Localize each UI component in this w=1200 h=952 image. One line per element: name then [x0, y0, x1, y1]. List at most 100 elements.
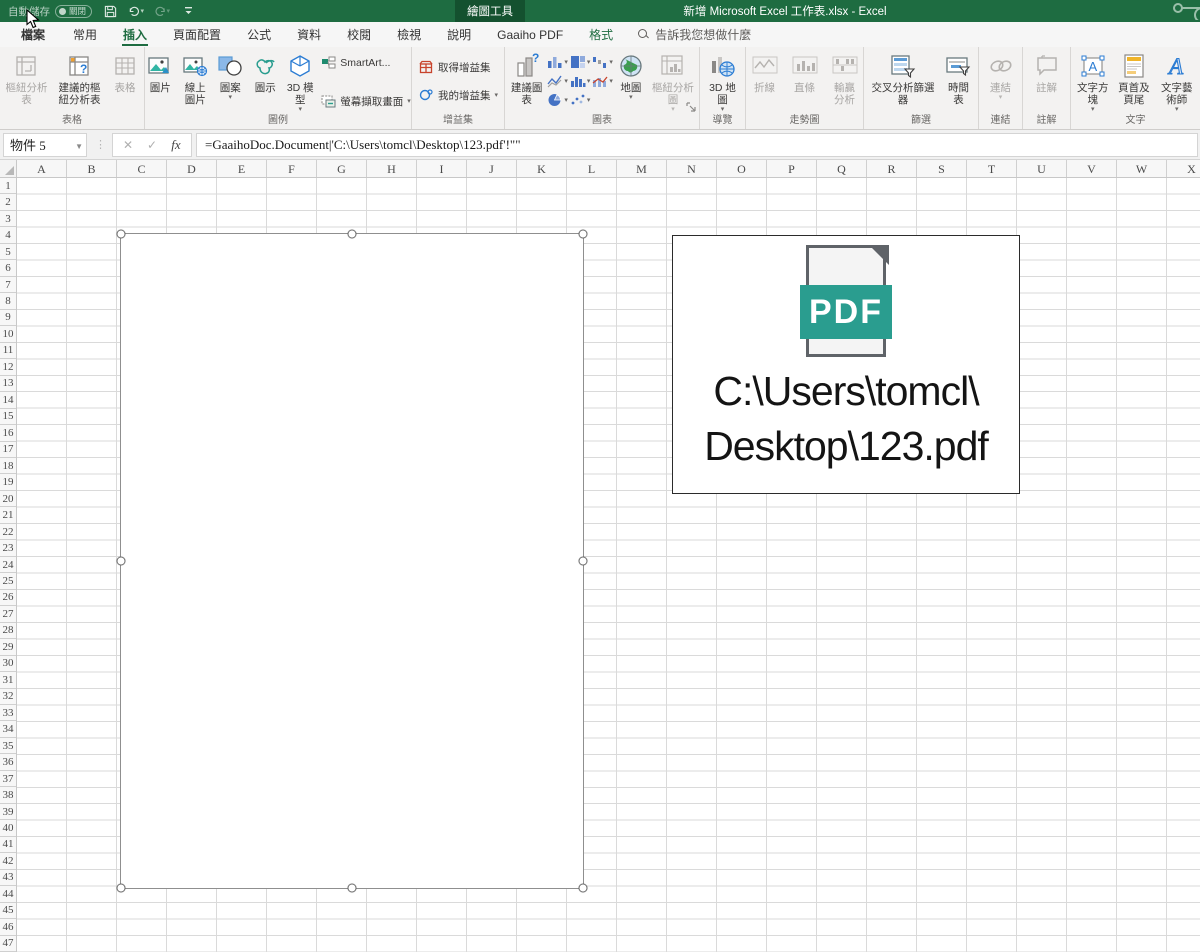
maps-button[interactable]: 地圖 ▾	[614, 50, 648, 101]
column-header-E[interactable]: E	[217, 160, 267, 178]
resize-handle-bottom-center[interactable]	[348, 884, 357, 893]
resize-handle-bottom-right[interactable]	[579, 884, 588, 893]
online-pictures-button[interactable]: 線上圖片	[178, 50, 212, 106]
pictures-button[interactable]: 圖片	[143, 50, 177, 94]
3d-models-button[interactable]: 3D 模型 ▾	[283, 50, 317, 113]
row-header-6[interactable]: 6	[0, 260, 16, 276]
resize-handle-middle-right[interactable]	[579, 557, 588, 566]
insert-scatter-chart-button[interactable]: ▾	[570, 92, 591, 108]
row-header-31[interactable]: 31	[0, 672, 16, 688]
insert-pie-chart-button[interactable]: ▾	[547, 92, 568, 108]
row-header-3[interactable]: 3	[0, 211, 16, 227]
wordart-button[interactable]: A 文字藝術師 ▾	[1155, 50, 1198, 113]
row-header-41[interactable]: 41	[0, 837, 16, 853]
column-header-G[interactable]: G	[317, 160, 367, 178]
column-header-X[interactable]: X	[1167, 160, 1200, 178]
sparkline-winloss-button[interactable]: 輸贏分析	[828, 50, 862, 106]
customize-qat-button[interactable]	[180, 3, 196, 19]
formula-bar-splitter[interactable]: ⋮	[87, 138, 112, 151]
row-header-43[interactable]: 43	[0, 870, 16, 886]
column-header-M[interactable]: M	[617, 160, 667, 178]
resize-handle-bottom-left[interactable]	[117, 884, 126, 893]
row-header-37[interactable]: 37	[0, 771, 16, 787]
row-header-5[interactable]: 5	[0, 244, 16, 260]
row-header-46[interactable]: 46	[0, 919, 16, 935]
row-header-1[interactable]: 1	[0, 178, 16, 194]
tab-data[interactable]: 資料	[284, 22, 334, 47]
insert-waterfall-chart-button[interactable]: ▾	[592, 54, 613, 70]
screenshot-button[interactable]: 螢幕擷取畫面 ▾	[320, 91, 411, 111]
icons-button[interactable]: 圖示	[248, 50, 282, 94]
pdf-package-object[interactable]: PDF C:\Users\tomcl\ Desktop\123.pdf	[672, 235, 1020, 494]
cell-grid[interactable]: PDF C:\Users\tomcl\ Desktop\123.pdf	[17, 178, 1200, 952]
header-footer-button[interactable]: 頁首及頁尾	[1113, 50, 1154, 106]
column-header-F[interactable]: F	[267, 160, 317, 178]
column-header-W[interactable]: W	[1117, 160, 1167, 178]
row-header-8[interactable]: 8	[0, 293, 16, 309]
row-header-21[interactable]: 21	[0, 507, 16, 523]
column-header-H[interactable]: H	[367, 160, 417, 178]
row-header-42[interactable]: 42	[0, 853, 16, 869]
resize-handle-middle-left[interactable]	[117, 557, 126, 566]
selected-embedded-object[interactable]	[120, 233, 584, 889]
column-header-P[interactable]: P	[767, 160, 817, 178]
link-button[interactable]: 連結 ▾	[984, 50, 1018, 101]
row-header-34[interactable]: 34	[0, 721, 16, 737]
insert-combo-chart-button[interactable]: ▾	[592, 73, 613, 89]
row-header-23[interactable]: 23	[0, 540, 16, 556]
row-header-16[interactable]: 16	[0, 425, 16, 441]
column-header-T[interactable]: T	[967, 160, 1017, 178]
tab-format[interactable]: 格式	[576, 22, 626, 47]
column-header-A[interactable]: A	[17, 160, 67, 178]
tab-insert[interactable]: 插入	[110, 22, 160, 47]
row-header-45[interactable]: 45	[0, 903, 16, 919]
3d-map-button[interactable]: 3D 地圖 ▾	[703, 50, 743, 113]
tab-home[interactable]: 常用	[60, 22, 110, 47]
row-header-10[interactable]: 10	[0, 326, 16, 342]
my-addins-button[interactable]: 我的增益集 ▾	[418, 85, 498, 105]
row-header-39[interactable]: 39	[0, 804, 16, 820]
row-header-7[interactable]: 7	[0, 277, 16, 293]
row-header-32[interactable]: 32	[0, 689, 16, 705]
row-header-27[interactable]: 27	[0, 606, 16, 622]
comment-button[interactable]: 註解	[1030, 50, 1064, 94]
column-header-V[interactable]: V	[1067, 160, 1117, 178]
column-header-Q[interactable]: Q	[817, 160, 867, 178]
row-header-30[interactable]: 30	[0, 656, 16, 672]
tab-help[interactable]: 說明	[434, 22, 484, 47]
textbox-button[interactable]: A 文字方塊 ▾	[1073, 50, 1112, 113]
table-button[interactable]: 表格	[108, 50, 142, 94]
row-header-11[interactable]: 11	[0, 343, 16, 359]
row-header-26[interactable]: 26	[0, 590, 16, 606]
insert-statistic-chart-button[interactable]: ▾	[570, 73, 591, 89]
resize-handle-top-left[interactable]	[117, 230, 126, 239]
redo-button[interactable]: ▾	[154, 3, 170, 19]
autosave-switch[interactable]: 關閉	[55, 5, 92, 18]
pivottable-button[interactable]: 樞紐分析表	[2, 50, 51, 106]
charts-dialog-launcher[interactable]	[685, 101, 697, 113]
row-header-47[interactable]: 47	[0, 936, 16, 952]
tab-page-layout[interactable]: 頁面配置	[160, 22, 234, 47]
undo-button[interactable]: ▾	[128, 3, 144, 19]
insert-line-chart-button[interactable]: ▾	[547, 73, 568, 89]
row-header-36[interactable]: 36	[0, 754, 16, 770]
enter-button[interactable]: ✓	[141, 135, 163, 155]
chevron-down-icon[interactable]: ▼	[75, 142, 83, 151]
resize-handle-top-center[interactable]	[348, 230, 357, 239]
row-header-38[interactable]: 38	[0, 787, 16, 803]
formula-input[interactable]: =GaaihoDoc.Document|'C:\Users\tomcl\Desk…	[196, 133, 1198, 157]
row-header-40[interactable]: 40	[0, 820, 16, 836]
column-header-K[interactable]: K	[517, 160, 567, 178]
select-all-button[interactable]	[0, 160, 17, 178]
slicer-button[interactable]: 交叉分析篩選器	[866, 50, 940, 106]
column-header-O[interactable]: O	[717, 160, 767, 178]
save-button[interactable]	[102, 3, 118, 19]
row-header-24[interactable]: 24	[0, 557, 16, 573]
recommended-charts-button[interactable]: ? 建議圖表	[507, 50, 546, 106]
column-header-L[interactable]: L	[567, 160, 617, 178]
sparkline-line-button[interactable]: 折線	[748, 50, 782, 94]
row-header-25[interactable]: 25	[0, 573, 16, 589]
tell-me-search[interactable]: 告訴我您想做什麼	[638, 22, 751, 47]
column-header-C[interactable]: C	[117, 160, 167, 178]
timeline-button[interactable]: 時間表	[941, 50, 976, 106]
